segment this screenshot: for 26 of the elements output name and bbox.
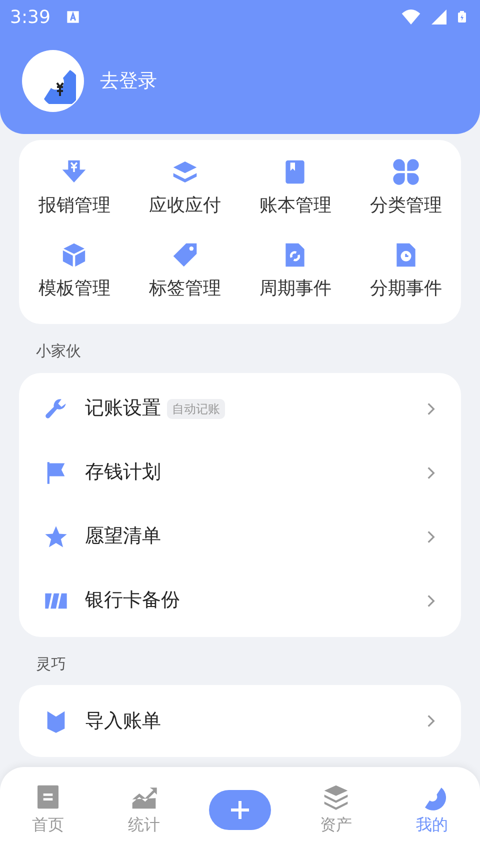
wifi-icon bbox=[400, 7, 422, 27]
layers-icon bbox=[322, 783, 350, 811]
list-item[interactable]: 银行卡备份 bbox=[19, 568, 461, 632]
shortcut-button[interactable]: 账本管理 bbox=[240, 158, 350, 219]
clover-icon bbox=[392, 158, 420, 186]
list-item[interactable]: 导入账单 bbox=[19, 689, 461, 753]
shortcut-button[interactable]: 模板管理 bbox=[19, 241, 130, 302]
feature-tag: 自动记账 bbox=[167, 398, 225, 418]
list-item[interactable]: 愿望清单 bbox=[19, 504, 461, 568]
plus-icon bbox=[228, 798, 252, 822]
section-title: 小家伙 bbox=[35, 341, 82, 362]
tag-icon bbox=[170, 241, 199, 269]
shortcut-button[interactable]: 应收应付 bbox=[130, 158, 240, 219]
list-item[interactable]: 存钱计划 bbox=[19, 440, 461, 504]
shortcut-button[interactable]: 标签管理 bbox=[130, 241, 240, 302]
signal-icon bbox=[430, 8, 448, 26]
status-time: 3:39 bbox=[10, 6, 50, 30]
keyboard-icon bbox=[66, 10, 80, 24]
star-icon bbox=[43, 524, 69, 550]
section-title: 灵巧 bbox=[35, 654, 67, 674]
shortcut-button[interactable]: 周期事件 bbox=[240, 241, 350, 302]
shortcut-button[interactable]: 分期事件 bbox=[350, 241, 461, 302]
shortcut-button[interactable]: 分类管理 bbox=[350, 158, 461, 219]
shortcut-button[interactable]: 报销管理 bbox=[19, 158, 130, 219]
add-button[interactable] bbox=[209, 790, 271, 830]
list-item[interactable]: 记账设置 自动记账 bbox=[19, 376, 461, 440]
